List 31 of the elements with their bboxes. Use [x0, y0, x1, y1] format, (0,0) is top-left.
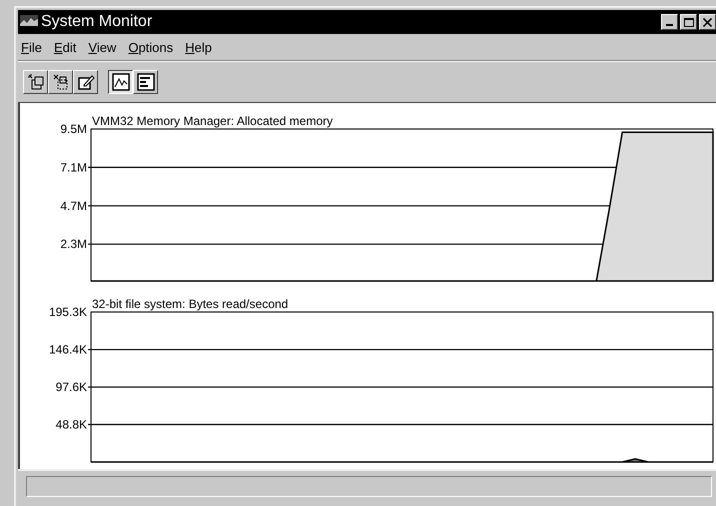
- axis-label: 9.5M: [60, 122, 87, 136]
- menu-item[interactable]: Options: [128, 40, 174, 54]
- menu-item[interactable]: Edit: [54, 40, 76, 54]
- edit-tool-button[interactable]: [73, 70, 98, 94]
- line-chart-icon: [112, 72, 130, 90]
- line-tool-button[interactable]: [108, 70, 133, 94]
- axis-label: 2.3M: [60, 237, 87, 252]
- menu-item[interactable]: View: [88, 40, 116, 54]
- add-tool-button[interactable]: [23, 70, 48, 94]
- axis-label: 4.7M: [60, 198, 87, 213]
- bar-chart-icon: [136, 72, 154, 90]
- edit-icon: [76, 72, 94, 90]
- chart-title: VMM32 Memory Manager: Allocated memory: [92, 114, 333, 128]
- axis-label: 195.3K: [48, 305, 87, 319]
- axis-label: 146.4K: [48, 342, 87, 357]
- window-title: System Monitor: [41, 13, 152, 31]
- axis-label: 7.1M: [60, 160, 87, 174]
- maximize-icon: [684, 18, 694, 26]
- chart-title: 32-bit file system: Bytes read/second: [92, 297, 288, 311]
- add-window-icon: [26, 72, 44, 90]
- bar-tool-button[interactable]: [133, 70, 158, 94]
- minimize-button[interactable]: [661, 14, 678, 30]
- close-icon: [703, 18, 712, 26]
- maximize-button[interactable]: [680, 14, 697, 30]
- menu-item[interactable]: Help: [185, 40, 212, 54]
- remove-tool-button[interactable]: [48, 70, 73, 94]
- remove-window-icon: [52, 72, 70, 90]
- menu-item[interactable]: File: [21, 40, 42, 54]
- axis-label: 97.6K: [56, 380, 87, 394]
- close-button[interactable]: [699, 14, 716, 30]
- axis-label: 48.8K: [56, 418, 87, 432]
